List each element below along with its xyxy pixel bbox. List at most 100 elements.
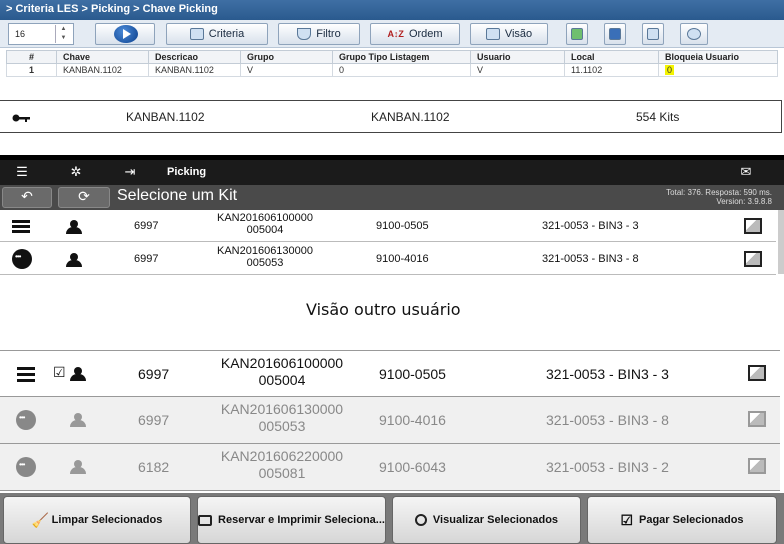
- key-row[interactable]: KANBAN.1102 KANBAN.1102 554 Kits: [0, 100, 782, 133]
- visao-button[interactable]: Visão: [470, 23, 548, 45]
- list-icon[interactable]: [17, 367, 35, 382]
- kit-row[interactable]: 6182 KAN201606220000005081 9100-6043 321…: [0, 444, 780, 491]
- col-descricao[interactable]: Descricao: [148, 50, 241, 64]
- response-info-total: Total: 376. Resposta: 590 ms.: [666, 188, 772, 197]
- magnifier-icon: [414, 514, 427, 526]
- app-bar-title: Picking: [167, 166, 207, 178]
- cell-usuario: V: [470, 63, 565, 77]
- criteria-button[interactable]: Criteria: [166, 23, 268, 45]
- kit-code-line2: 005004: [246, 224, 284, 236]
- kit-code: KAN201606100000 005004: [212, 355, 352, 389]
- mobile-app: ☰ ✲ ⇥ Picking ✉ ↶ ⟳ Selecione um Kit Tot…: [0, 155, 784, 275]
- gear-icon[interactable]: ✲: [66, 164, 86, 180]
- more-icon[interactable]: [16, 457, 36, 477]
- package-icon: [748, 411, 766, 427]
- breadcrumb: > Criteria LES > Picking > Chave Picking: [0, 0, 784, 20]
- filtro-button[interactable]: Filtro: [278, 23, 360, 45]
- kit-id: 6997: [134, 220, 159, 232]
- run-button[interactable]: [95, 23, 155, 45]
- limpar-selecionados-button[interactable]: 🧹 Limpar Selecionados: [3, 496, 191, 544]
- cell-local: 11.1102: [564, 63, 659, 77]
- sub-bar: ↶ ⟳ Selecione um Kit Total: 376. Respost…: [0, 185, 784, 210]
- visualizar-selecionados-button[interactable]: Visualizar Selecionados: [392, 496, 581, 544]
- kit-bin: 321-0053 - BIN3 - 8: [542, 253, 639, 265]
- excel-icon: [571, 28, 583, 40]
- cell-bloqueia: 0: [658, 63, 778, 77]
- ordem-label: Ordem: [408, 28, 443, 40]
- back-icon: ↶: [21, 188, 33, 204]
- kit-code-line1: KAN201606100000: [220, 355, 344, 371]
- kit-row[interactable]: 6997 KAN201606130000005053 9100-4016 321…: [0, 243, 776, 275]
- kit-id: 6182: [138, 459, 170, 475]
- col-usuario[interactable]: Usuario: [470, 50, 565, 64]
- pagar-label: Pagar Selecionados: [639, 514, 744, 526]
- settings-button[interactable]: [680, 23, 708, 45]
- scrollbar[interactable]: [778, 210, 784, 274]
- more-icon[interactable]: [12, 249, 32, 269]
- kit-bin: 321-0053 - BIN3 - 8: [546, 412, 669, 428]
- toolbar: 16 ▲ ▼ Criteria Filtro A↕Z Ordem Visão: [0, 20, 784, 48]
- kit-part: 9100-4016: [379, 412, 446, 428]
- checkbox-checked-icon[interactable]: ☑: [53, 364, 66, 381]
- user-icon: [66, 253, 82, 267]
- cell-descricao: KANBAN.1102: [148, 63, 241, 77]
- refresh-button[interactable]: ⟳: [58, 187, 110, 208]
- funnel-icon: [297, 28, 312, 40]
- kit-code-line2: 005053: [258, 418, 306, 434]
- response-info-version: Version: 3.9.8.8: [716, 197, 772, 206]
- visualizar-label: Visualizar Selecionados: [432, 514, 559, 526]
- printer-icon: [198, 514, 213, 526]
- user-icon: [70, 413, 86, 427]
- key-descricao: KANBAN.1102: [371, 110, 450, 124]
- kit-part: 9100-0505: [379, 366, 446, 382]
- more-icon[interactable]: [16, 410, 36, 430]
- kit-code-line2: 005004: [258, 372, 306, 388]
- play-icon: [114, 25, 138, 43]
- col-grupo[interactable]: Grupo: [240, 50, 333, 64]
- kit-code-line2: 005053: [246, 257, 284, 269]
- bloqueia-value: 0: [665, 65, 675, 75]
- user-icon: [70, 460, 86, 474]
- kit-row[interactable]: ☑ 6997 KAN201606100000 005004 9100-0505 3…: [0, 350, 780, 397]
- response-info: Total: 376. Resposta: 590 ms. Version: 3…: [666, 188, 772, 206]
- col-grupo-tipo[interactable]: Grupo Tipo Listagem: [332, 50, 471, 64]
- page-title: Selecione um Kit: [117, 187, 238, 204]
- list-icon[interactable]: [12, 220, 30, 234]
- kit-bin: 321-0053 - BIN3 - 2: [546, 459, 669, 475]
- col-local[interactable]: Local: [564, 50, 659, 64]
- visao-label: Visão: [504, 28, 533, 40]
- app-bar: ☰ ✲ ⇥ Picking ✉: [0, 160, 784, 186]
- kit-code-line1: KAN201606220000: [220, 448, 344, 464]
- key-kits: 554 Kits: [636, 110, 680, 124]
- col-chave[interactable]: Chave: [56, 50, 149, 64]
- back-button[interactable]: ↶: [2, 187, 52, 208]
- mail-icon[interactable]: ✉: [736, 164, 756, 180]
- exit-icon[interactable]: ⇥: [120, 164, 140, 180]
- user-icon: [70, 367, 86, 381]
- kit-code: KAN201606130000 005053: [205, 245, 325, 269]
- export-excel-button[interactable]: [566, 23, 588, 45]
- kit-row[interactable]: 6997 KAN201606100000 005004 9100-0505 321…: [0, 210, 776, 242]
- code-button[interactable]: [642, 23, 664, 45]
- kit-code-line1: KAN201606100000: [216, 212, 314, 224]
- criteria-label: Criteria: [208, 28, 245, 40]
- reservar-imprimir-button[interactable]: Reservar e Imprimir Seleciona...: [197, 496, 386, 544]
- kit-id: 6997: [134, 253, 159, 265]
- ordem-button[interactable]: A↕Z Ordem: [370, 23, 460, 45]
- table-row[interactable]: 1 KANBAN.1102 KANBAN.1102 V 0 V 11.1102 …: [6, 63, 778, 77]
- col-bloqueia[interactable]: Bloqueia Usuario: [658, 50, 778, 64]
- pagar-selecionados-button[interactable]: ☑ Pagar Selecionados: [587, 496, 777, 544]
- kit-row[interactable]: 6997 KAN201606130000005053 9100-4016 321…: [0, 397, 780, 444]
- save-button[interactable]: [604, 23, 626, 45]
- cell-chave: KANBAN.1102: [56, 63, 149, 77]
- view-icon: [485, 28, 500, 40]
- stepper-arrows[interactable]: ▲ ▼: [55, 25, 71, 43]
- page-size-stepper[interactable]: 16 ▲ ▼: [8, 23, 74, 45]
- kit-bin: 321-0053 - BIN3 - 3: [546, 366, 669, 382]
- broom-icon: 🧹: [31, 512, 50, 528]
- col-num[interactable]: #: [6, 50, 57, 64]
- package-icon: [744, 218, 762, 234]
- kit-part: 9100-6043: [379, 459, 446, 475]
- menu-icon[interactable]: ☰: [12, 164, 32, 180]
- kit-code-line1: KAN201606130000: [216, 245, 314, 257]
